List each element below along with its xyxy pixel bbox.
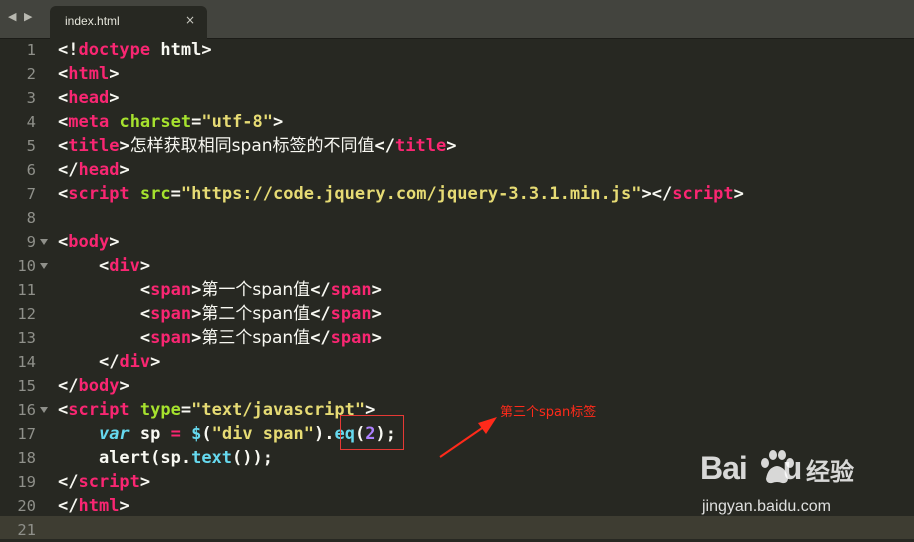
watermark-url: jingyan.baidu.com bbox=[702, 498, 831, 515]
paw-icon bbox=[761, 450, 794, 484]
annotation-text: 第三个span标签 bbox=[500, 405, 597, 420]
watermark-brand: 经验 bbox=[806, 458, 854, 486]
baidu-jingyan-watermark: Bai u 经验 jingyan.baidu.com bbox=[700, 440, 900, 530]
watermark-logo-bai: Bai bbox=[700, 450, 748, 486]
